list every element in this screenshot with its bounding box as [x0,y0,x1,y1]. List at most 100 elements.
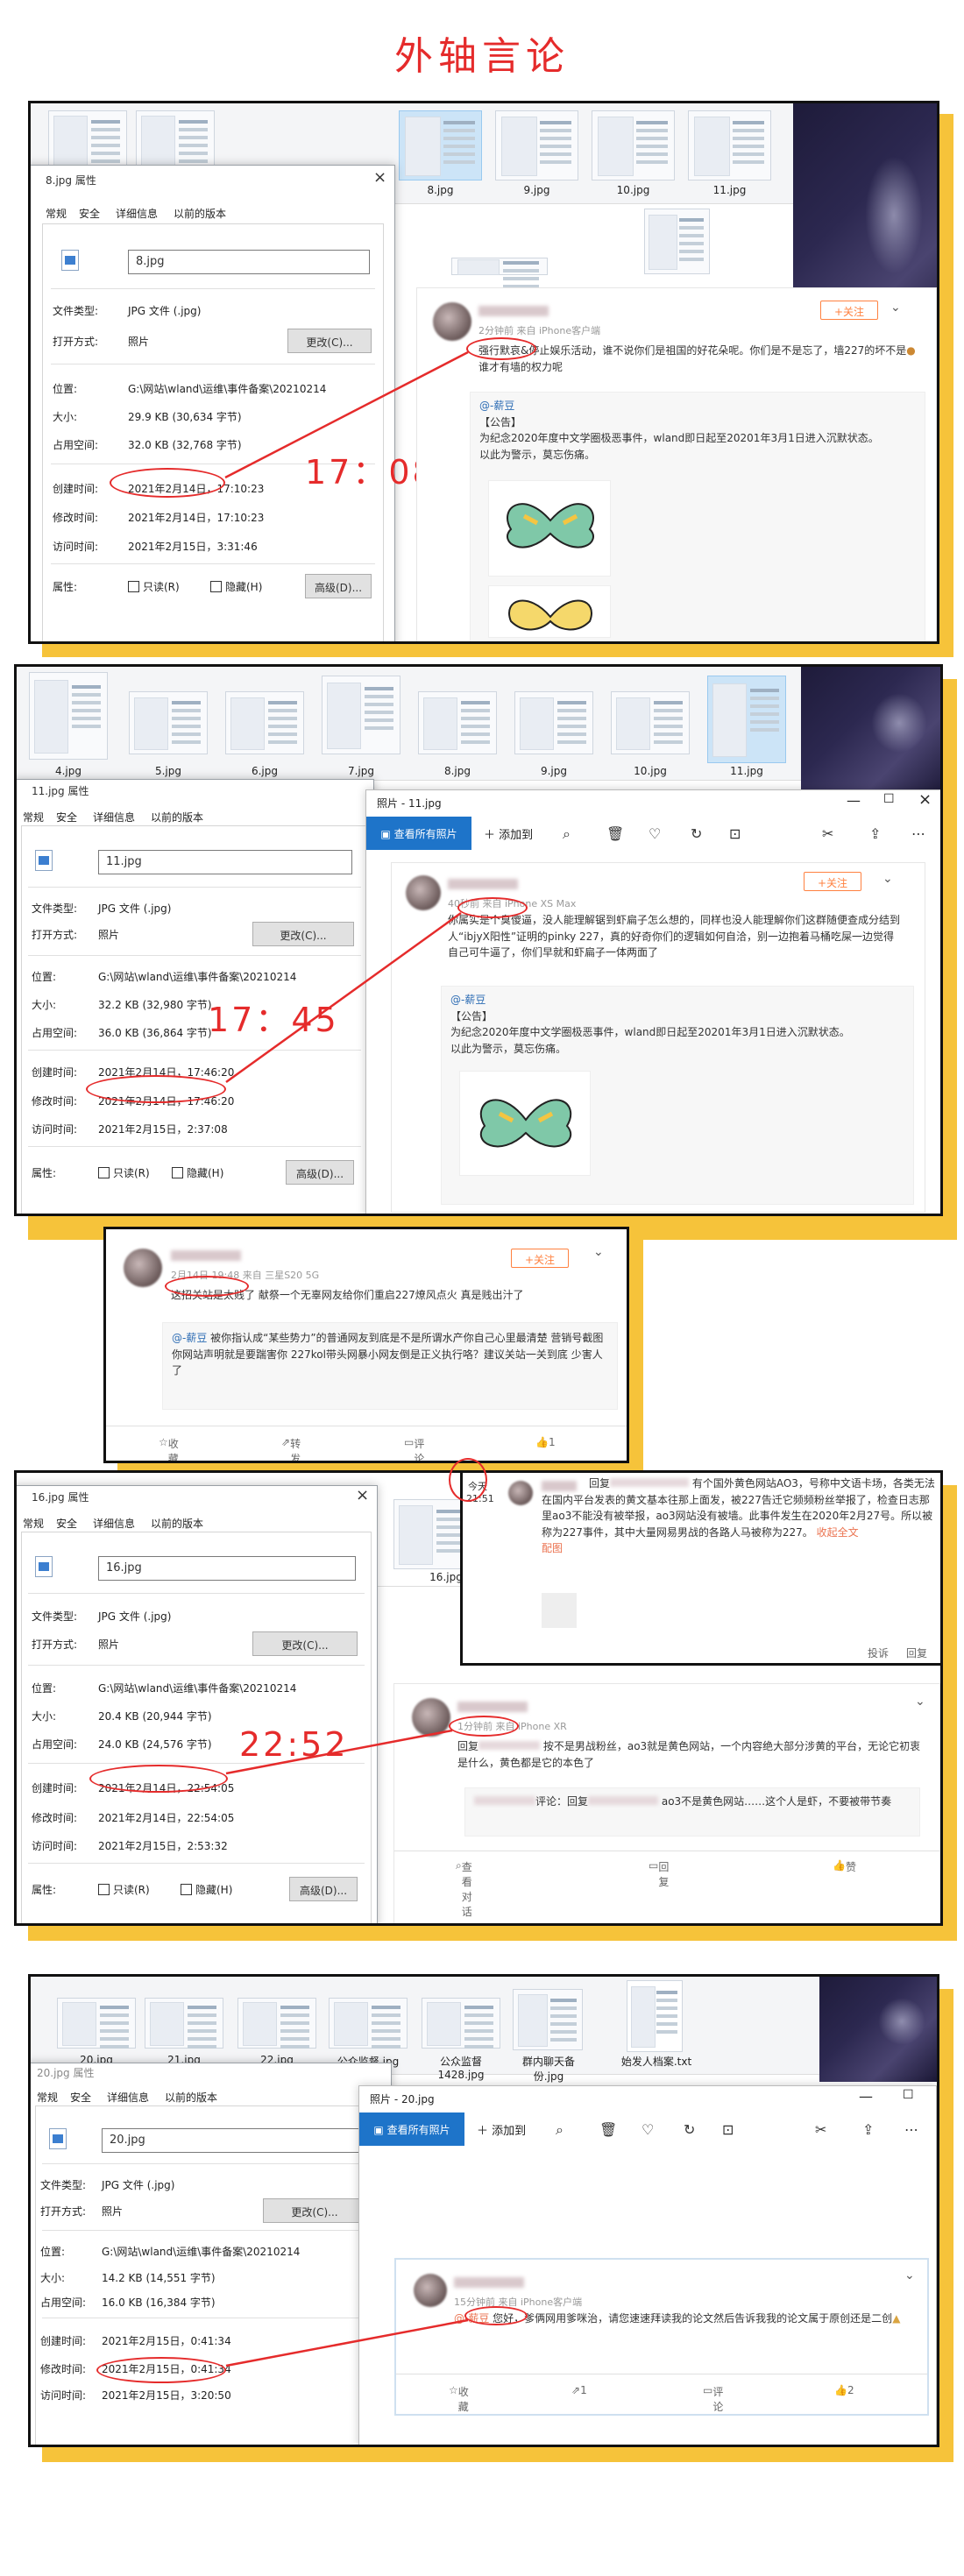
tab-previous-versions[interactable]: 以前的版本 [174,206,226,221]
chevron-down-icon[interactable]: ⌄ [593,1245,604,1259]
follow-button[interactable]: +关注 [804,872,861,891]
report-link[interactable]: 投诉 [868,1645,889,1660]
tab-security[interactable]: 安全 [56,810,77,824]
thumb-image[interactable] [495,110,578,180]
file-name-field[interactable]: 20.jpg [102,2128,365,2153]
sticker-image[interactable] [488,480,611,577]
more-icon[interactable]: ⋯ [911,825,925,842]
rotate-icon[interactable]: ↻ [684,2121,695,2138]
hidden-checkbox[interactable]: 隐藏(H) [172,1165,223,1180]
chevron-down-icon[interactable]: ⌄ [904,2268,915,2282]
chevron-down-icon[interactable]: ⌄ [882,872,893,886]
zoom-icon[interactable]: ⌕ [563,825,571,843]
tab-details[interactable]: 详细信息 [93,810,135,824]
thumb-image[interactable] [129,691,208,754]
like-button[interactable]: 👍 1 [535,1436,556,1448]
reply-link[interactable]: 回复 [906,1645,927,1660]
edit-icon[interactable]: ✂ [822,825,833,842]
thumb-image[interactable] [329,1998,408,2049]
zoom-icon[interactable]: ⌕ [556,2121,564,2139]
tab-security[interactable]: 安全 [70,2090,91,2105]
tab-general[interactable]: 常规 [23,1516,44,1531]
avatar[interactable] [414,2274,447,2307]
tab-security[interactable]: 安全 [56,1516,77,1531]
thumb-image[interactable] [225,691,304,754]
tab-previous-versions[interactable]: 以前的版本 [151,1516,203,1531]
close-icon[interactable]: × [356,1486,369,1504]
follow-button[interactable]: +关注 [511,1249,569,1268]
thumb-image[interactable] [237,1998,316,2049]
thumb-image[interactable] [688,110,771,180]
repost-button[interactable]: ⇗ 1 [571,2384,587,2396]
attached-image[interactable] [542,1593,577,1628]
thumb-image[interactable] [399,110,482,180]
heart-icon[interactable]: ♡ [641,2121,654,2138]
advanced-button[interactable]: 高级(D)... [286,1160,354,1185]
image-link[interactable]: 配图 [542,1542,563,1554]
avatar[interactable] [433,302,471,341]
view-all-photos-button[interactable]: ▣ 查看所有照片 [359,2112,464,2146]
add-to-button[interactable]: ＋ 添加到 [477,2121,526,2138]
thumb-image[interactable] [136,110,215,172]
mention-link[interactable]: @-薪豆 [450,994,486,1006]
crop-icon[interactable]: ⊡ [722,2121,734,2138]
avatar[interactable] [124,1249,162,1287]
mention-link[interactable]: @-薪豆 [172,1332,207,1344]
thumb-image[interactable] [322,676,400,754]
sticker-image[interactable] [459,1071,591,1176]
view-dialog-button[interactable]: ⌕ 查看对话 [456,1859,472,1918]
advanced-button[interactable]: 高级(D)... [305,574,372,598]
thumb-image[interactable] [48,110,127,172]
thumb-image[interactable] [592,110,675,180]
thumb-image[interactable] [451,258,548,275]
maximize-icon[interactable]: ☐ [883,792,895,806]
share-icon[interactable]: ⇪ [869,825,881,842]
text-file-icon[interactable] [627,1980,683,2052]
rotate-icon[interactable]: ↻ [691,825,702,842]
more-icon[interactable]: ⋯ [904,2121,918,2138]
close-icon[interactable]: × [373,168,386,187]
heart-icon[interactable]: ♡ [649,825,661,842]
view-all-photos-button[interactable]: ▣ 查看所有照片 [366,817,471,850]
thumb-image[interactable] [145,1998,223,2049]
tab-details[interactable]: 详细信息 [93,1516,135,1531]
like-button[interactable]: 👍 2 [834,2384,854,2396]
thumb-image[interactable] [514,691,593,754]
tab-details[interactable]: 详细信息 [107,2090,149,2105]
hidden-checkbox[interactable]: 隐藏(H) [181,1882,232,1897]
comment-button[interactable]: ▭ 评论 [404,1436,424,1461]
file-name-field[interactable]: 11.jpg [98,850,352,874]
avatar[interactable] [406,875,441,910]
thumb-image[interactable] [422,1998,500,2049]
readonly-checkbox[interactable]: 只读(R) [128,579,180,594]
close-icon[interactable]: × [918,790,932,809]
readonly-checkbox[interactable]: 只读(R) [98,1882,150,1897]
mention-link[interactable]: @-薪豆 [479,400,514,412]
reply-button[interactable]: ▭ 回复 [649,1859,669,1888]
chevron-down-icon[interactable]: ⌄ [915,1695,925,1709]
change-button[interactable]: 更改(C)... [263,2198,366,2223]
hidden-checkbox[interactable]: 隐藏(H) [210,579,262,594]
share-icon[interactable]: ⇪ [862,2121,874,2138]
maximize-icon[interactable]: ☐ [903,2088,914,2102]
readonly-checkbox[interactable]: 只读(R) [98,1165,150,1180]
tab-details[interactable]: 详细信息 [116,206,158,221]
add-to-button[interactable]: ＋ 添加到 [484,825,533,842]
collapse-link[interactable]: 收起全文 [817,1526,859,1539]
collect-button[interactable]: ☆ 收藏 [449,2384,469,2413]
tab-general[interactable]: 常规 [37,2090,58,2105]
tab-security[interactable]: 安全 [79,206,100,221]
thumb-image[interactable] [513,1989,583,2050]
thumb-image[interactable] [644,209,710,274]
tab-previous-versions[interactable]: 以前的版本 [165,2090,217,2105]
thumb-image[interactable] [418,691,497,754]
follow-button[interactable]: +关注 [820,301,878,320]
thumb-image[interactable] [29,672,108,760]
comment-button[interactable]: ▭ 评论 [703,2384,723,2413]
sticker-image[interactable] [488,585,611,638]
minimize-icon[interactable]: — [847,792,861,809]
like-button[interactable]: 👍 赞 [833,1859,856,1873]
advanced-button[interactable]: 高级(D)... [289,1877,358,1901]
thumb-image[interactable] [611,691,690,754]
tab-general[interactable]: 常规 [23,810,44,824]
